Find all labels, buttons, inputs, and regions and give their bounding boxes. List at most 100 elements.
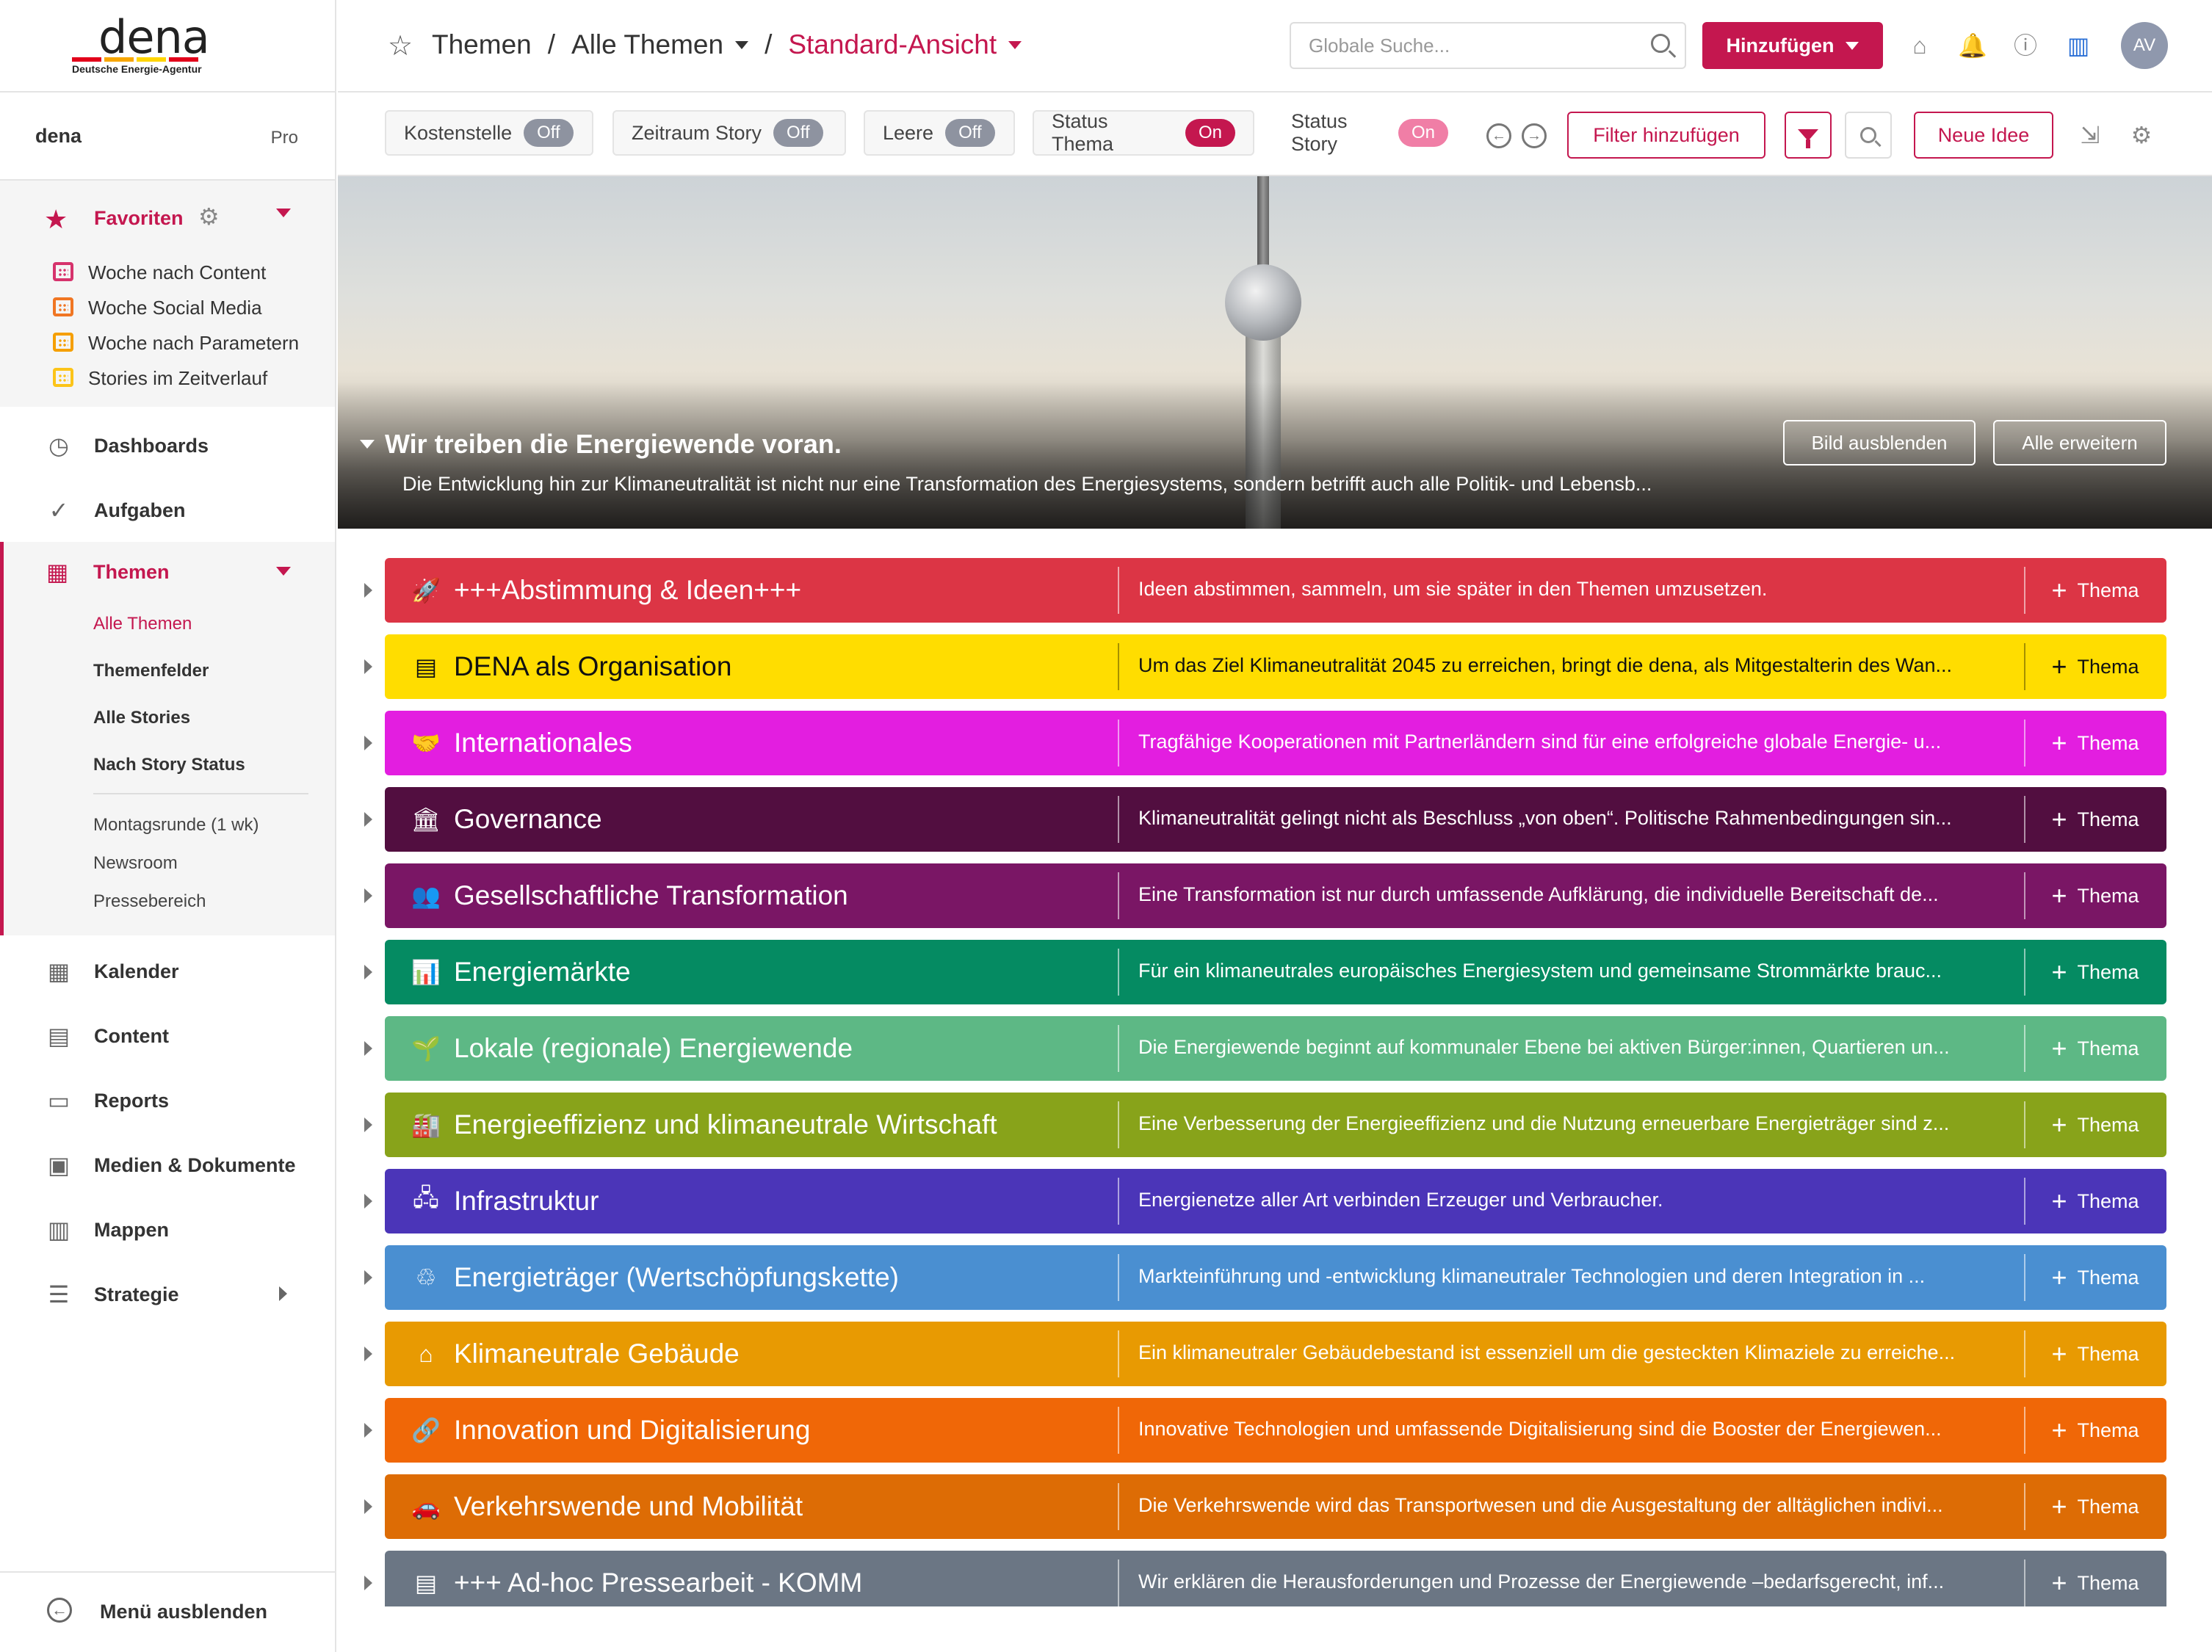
export-icon[interactable]: ⇲ [2075, 120, 2105, 150]
sidebar-item-aufgaben[interactable]: ✓ Aufgaben [0, 477, 335, 542]
intercom-chat-icon[interactable]: ▥ [2064, 31, 2093, 60]
toggle-off-pill[interactable]: Off [524, 119, 574, 147]
sidebar-item-themen[interactable]: ▦ Themen [4, 542, 335, 601]
filter-chip-zeitraum-story[interactable]: Zeitraum Story Off [612, 110, 846, 156]
favorite-item[interactable]: Woche Social Media [0, 289, 335, 325]
search-button[interactable] [1845, 112, 1892, 159]
add-thema-button[interactable]: + Thema [2024, 1322, 2166, 1386]
theme-name[interactable]: Energieeffizienz und klimaneutrale Wirts… [448, 1109, 1109, 1140]
theme-name[interactable]: Governance [448, 804, 1109, 835]
breadcrumb-section[interactable]: Alle Themen [571, 29, 723, 60]
theme-bar[interactable]: 🌱 Lokale (regionale) Energiewende Die Ener… [385, 1016, 2166, 1081]
saved-view-newsroom[interactable]: Newsroom [4, 844, 335, 883]
chevron-right-icon[interactable] [364, 659, 372, 674]
gift-icon[interactable]: ⌂ [1905, 31, 1934, 60]
add-thema-button[interactable]: + Thema [2024, 711, 2166, 775]
theme-name[interactable]: Gesellschaftliche Transformation [448, 880, 1109, 911]
add-thema-button[interactable]: + Thema [2024, 634, 2166, 699]
arrow-left-circle-icon[interactable]: ← [1486, 123, 1511, 148]
theme-bar[interactable]: ⌂ Klimaneutrale Gebäude Ein klimaneutraler… [385, 1322, 2166, 1386]
favorite-item[interactable]: Woche nach Content [0, 254, 335, 289]
search-input[interactable] [1309, 23, 1632, 68]
chevron-right-icon[interactable] [364, 1576, 372, 1590]
chevron-down-icon[interactable] [735, 40, 749, 49]
add-thema-button[interactable]: + Thema [2024, 1551, 2166, 1606]
sidebar-item-reports[interactable]: ▭ Reports [0, 1068, 335, 1132]
chevron-down-icon[interactable] [360, 440, 375, 449]
theme-bar[interactable]: 📊 Energiemärkte Für ein klimaneutrales eur… [385, 940, 2166, 1004]
info-icon[interactable]: ⓘ [2011, 31, 2040, 60]
chevron-down-icon[interactable] [276, 209, 291, 217]
expand-all-button[interactable]: Alle erweitern [1993, 420, 2166, 465]
arrow-right-circle-icon[interactable]: → [1522, 123, 1547, 148]
favorite-item[interactable]: Stories im Zeitverlauf [0, 360, 335, 395]
theme-name[interactable]: Lokale (regionale) Energiewende [448, 1033, 1109, 1064]
saved-view-pressebereich[interactable]: Pressebereich [4, 883, 335, 921]
theme-name[interactable]: DENA als Organisation [448, 651, 1109, 682]
chevron-down-icon[interactable] [276, 567, 291, 576]
search-icon[interactable] [1651, 34, 1670, 53]
theme-name[interactable]: Innovation und Digitalisierung [448, 1415, 1109, 1446]
sidebar-item-medien[interactable]: ▣ Medien & Dokumente [0, 1132, 335, 1197]
view-selector[interactable]: Standard-Ansicht [788, 29, 997, 60]
theme-name[interactable]: Verkehrswende und Mobilität [448, 1491, 1109, 1522]
banner-title[interactable]: Wir treiben die Energiewende voran. [360, 429, 842, 460]
chevron-right-icon[interactable] [364, 1423, 372, 1438]
add-thema-button[interactable]: + Thema [2024, 558, 2166, 623]
theme-name[interactable]: +++ Ad-hoc Pressearbeit - KOMM [448, 1568, 1109, 1598]
hide-menu-button[interactable]: ← Menü ausblenden [0, 1571, 335, 1652]
toggle-on-pill[interactable]: On [1398, 119, 1448, 147]
sidebar-item-strategie[interactable]: ☰ Strategie [0, 1261, 335, 1314]
chevron-right-icon[interactable] [364, 1347, 372, 1361]
account-switcher[interactable]: dena Pro [0, 93, 335, 181]
theme-bar[interactable]: 🏛 Governance Klimaneutralität gelingt nich… [385, 787, 2166, 852]
chevron-right-icon[interactable] [364, 736, 372, 750]
bell-icon[interactable]: 🔔 [1958, 31, 1987, 60]
theme-bar[interactable]: ▤ DENA als Organisation Um das Ziel Kliman… [385, 634, 2166, 699]
chevron-right-icon[interactable] [279, 1286, 287, 1301]
avatar[interactable]: AV [2121, 22, 2168, 69]
sidebar-subitem-alle-stories[interactable]: Alle Stories [4, 695, 335, 742]
theme-bar[interactable]: 🔗 Innovation und Digitalisierung Innovativ… [385, 1398, 2166, 1463]
favorites-header[interactable]: ★ Favoriten ⚙ [0, 181, 335, 254]
chevron-right-icon[interactable] [364, 1270, 372, 1285]
filter-chip-status-story[interactable]: Status Story On [1272, 110, 1467, 156]
chevron-right-icon[interactable] [364, 888, 372, 903]
add-thema-button[interactable]: + Thema [2024, 863, 2166, 928]
add-button[interactable]: Hinzufügen [1702, 22, 1883, 69]
sidebar-subitem-nach-story-status[interactable]: Nach Story Status [4, 742, 335, 789]
add-thema-button[interactable]: + Thema [2024, 1016, 2166, 1081]
add-thema-button[interactable]: + Thema [2024, 940, 2166, 1004]
gear-icon[interactable]: ⚙ [198, 203, 220, 231]
sidebar-subitem-themenfelder[interactable]: Themenfelder [4, 648, 335, 695]
theme-bar[interactable]: 👥 Gesellschaftliche Transformation Eine Tr… [385, 863, 2166, 928]
add-thema-button[interactable]: + Thema [2024, 1398, 2166, 1463]
sidebar-item-kalender[interactable]: ▦ Kalender [0, 938, 335, 1003]
chevron-right-icon[interactable] [364, 583, 372, 598]
filter-toggle-button[interactable] [1785, 112, 1832, 159]
toggle-off-pill[interactable]: Off [945, 119, 995, 147]
theme-name[interactable]: Internationales [448, 728, 1109, 758]
gear-icon[interactable]: ⚙ [2127, 120, 2156, 150]
star-outline-icon[interactable]: ☆ [388, 29, 413, 62]
logo[interactable]: dena Deutsche Energie-Agentur [0, 0, 335, 93]
add-thema-button[interactable]: + Thema [2024, 1093, 2166, 1157]
theme-bar[interactable]: 🖧 Infrastruktur Energienetze aller Art ver… [385, 1169, 2166, 1233]
chevron-right-icon[interactable] [364, 1194, 372, 1209]
chevron-right-icon[interactable] [364, 812, 372, 827]
theme-name[interactable]: Energiemärkte [448, 957, 1109, 988]
favorite-item[interactable]: Woche nach Parametern [0, 325, 335, 360]
chevron-down-icon[interactable] [1008, 40, 1022, 49]
theme-name[interactable]: Energieträger (Wertschöpfungskette) [448, 1262, 1109, 1293]
theme-bar[interactable]: 🏭 Energieeffizienz und klimaneutrale Wirt… [385, 1093, 2166, 1157]
theme-bar[interactable]: 🤝 Internationales Tragfähige Kooperationen… [385, 711, 2166, 775]
theme-bar[interactable]: 🚗 Verkehrswende und Mobilität Die Verkehrs… [385, 1474, 2166, 1539]
theme-name[interactable]: +++Abstimmung & Ideen+++ [448, 575, 1109, 606]
theme-bar[interactable]: ▤ +++ Ad-hoc Pressearbeit - KOMM Wir erklä… [385, 1551, 2166, 1606]
toggle-off-pill[interactable]: Off [773, 119, 823, 147]
new-idea-button[interactable]: Neue Idee [1914, 112, 2053, 159]
sidebar-item-mappen[interactable]: ▥ Mappen [0, 1197, 335, 1261]
add-thema-button[interactable]: + Thema [2024, 1474, 2166, 1539]
sidebar-subitem-alle-themen[interactable]: Alle Themen [4, 601, 335, 648]
global-search[interactable] [1290, 22, 1686, 69]
